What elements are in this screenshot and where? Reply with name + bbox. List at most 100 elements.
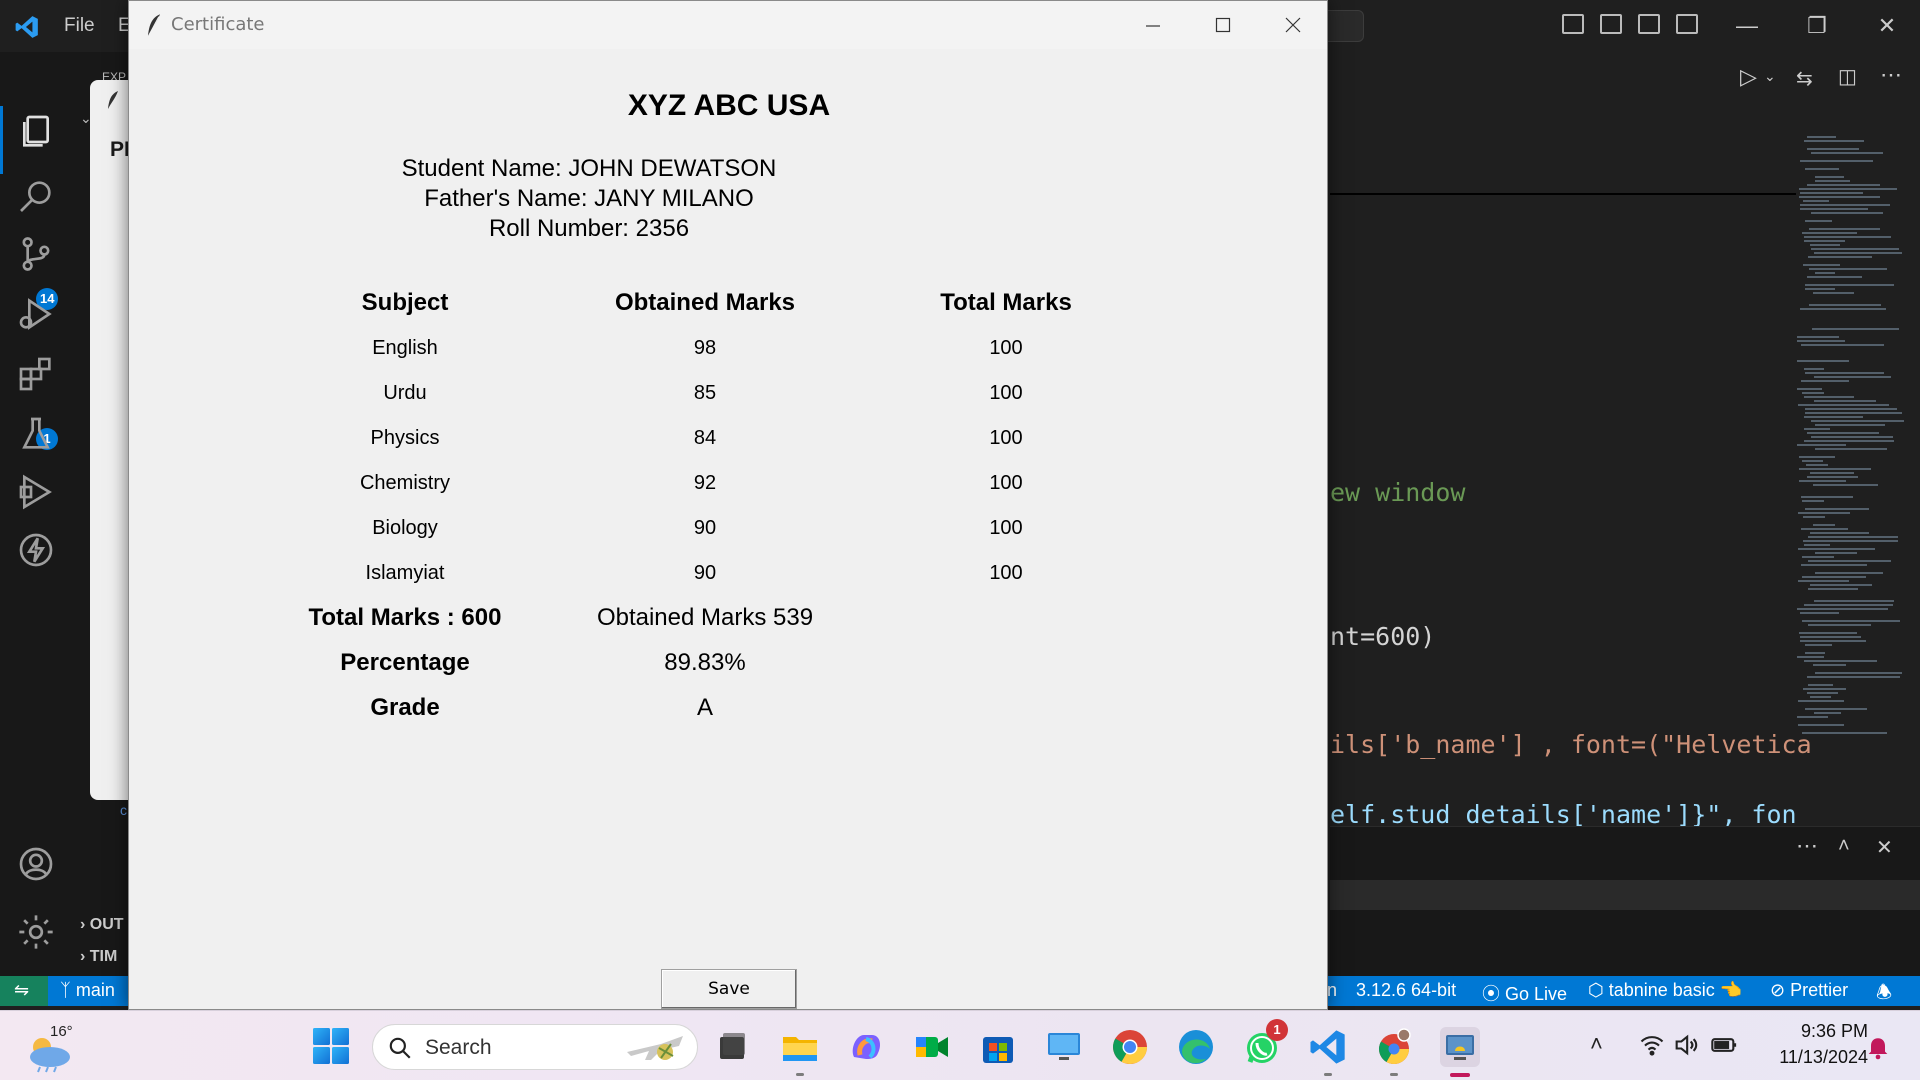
minimap[interactable] <box>1796 136 1904 736</box>
minimap-line <box>1811 152 1883 154</box>
minimap-line <box>1800 612 1839 614</box>
file-viewer-icon[interactable] <box>712 1027 752 1067</box>
editor-toolbar: ▷ ⌄ ⇆ ◫ ⋯ <box>1330 52 1920 106</box>
minimap-line <box>1810 532 1869 534</box>
vscode-close-button[interactable]: ✕ <box>1856 8 1918 44</box>
notifications-bell-icon[interactable]: 🕭 <box>1876 980 1892 1010</box>
tabnine-status[interactable]: ⬡ tabnine basic 👈 <box>1588 980 1742 1001</box>
more-actions-icon[interactable]: ⋯ <box>1880 62 1902 88</box>
branch-indicator[interactable]: ᛉ main <box>60 980 115 1001</box>
outline-section[interactable]: › OUT <box>80 916 124 934</box>
minimap-line <box>1803 200 1829 202</box>
minimap-line <box>1798 580 1849 582</box>
toggle-panel-icon[interactable] <box>1600 14 1622 34</box>
minimap-line <box>1804 604 1893 606</box>
minimap-line <box>1804 140 1864 142</box>
python-interpreter[interactable]: 3.12.6 64-bit <box>1356 980 1456 1001</box>
battery-icon[interactable] <box>1710 1031 1738 1059</box>
grade-value: A <box>696 694 713 721</box>
vscode-icon[interactable] <box>1308 1027 1348 1067</box>
notification-bell-icon[interactable] <box>1864 1033 1892 1061</box>
thunder-client-icon[interactable] <box>16 530 56 570</box>
minimap-line <box>1799 456 1835 458</box>
microsoft-store-icon[interactable] <box>978 1027 1018 1067</box>
wifi-icon[interactable] <box>1638 1031 1666 1059</box>
minimap-line <box>1798 724 1844 726</box>
extensions-icon[interactable] <box>16 354 56 394</box>
minimap-line <box>1815 272 1835 274</box>
minimap-line <box>1800 308 1886 310</box>
remote-explorer-icon[interactable] <box>16 472 56 512</box>
vscode-minimize-button[interactable]: — <box>1716 8 1778 44</box>
copilot-icon[interactable] <box>846 1027 886 1067</box>
minimize-button[interactable] <box>1119 1 1189 49</box>
minimap-line <box>1805 508 1869 510</box>
minimap-line <box>1800 160 1873 162</box>
minimap-line <box>1804 544 1830 546</box>
google-meet-icon[interactable] <box>912 1027 952 1067</box>
total-cell: 100 <box>989 562 1023 584</box>
minimap-line <box>1807 136 1836 138</box>
minimap-line <box>1808 560 1891 562</box>
remote-indicator[interactable]: ⇋ <box>0 976 48 1006</box>
testing-flask-icon[interactable] <box>16 414 56 454</box>
minimap-line <box>1801 380 1849 382</box>
split-editor-icon[interactable]: ◫ <box>1838 64 1857 89</box>
compare-changes-icon[interactable]: ⇆ <box>1796 66 1813 91</box>
customize-layout-icon[interactable] <box>1676 14 1698 34</box>
certificate-window: Certificate XYZ ABC USA Student Name: JO… <box>128 0 1329 1037</box>
settings-gear-icon[interactable] <box>16 912 56 952</box>
file-explorer-icon[interactable] <box>780 1027 820 1067</box>
minimap-line <box>1809 268 1887 270</box>
search-icon[interactable] <box>16 176 56 216</box>
run-debug-icon[interactable] <box>16 294 56 334</box>
obtained-cell: 90 <box>693 517 717 539</box>
minimap-line <box>1799 196 1880 198</box>
timeline-section[interactable]: › TIM <box>80 948 117 966</box>
minimap-line <box>1802 576 1866 578</box>
go-live-button[interactable]: ⦿ Go Live <box>1482 980 1567 1006</box>
account-icon[interactable] <box>16 844 56 884</box>
remote-desktop-icon[interactable] <box>1044 1027 1084 1067</box>
prettier-status[interactable]: ⊘ Prettier <box>1770 980 1848 1001</box>
show-hidden-icons-chevron-icon[interactable]: ˄ <box>1590 1031 1618 1059</box>
close-button[interactable] <box>1259 1 1329 49</box>
minimap-line <box>1814 252 1902 254</box>
panel-more-icon[interactable]: ⋯ <box>1796 833 1818 859</box>
maximize-panel-icon[interactable]: ˄ <box>1838 835 1850 858</box>
windows-start-icon[interactable] <box>312 1027 350 1065</box>
minimap-line <box>1811 212 1883 214</box>
minimap-line <box>1811 420 1904 422</box>
minimap-line <box>1805 168 1839 170</box>
obtained-cell: 98 <box>693 337 717 359</box>
run-dropdown-chevron-icon[interactable]: ⌄ <box>1764 68 1776 85</box>
terminal-input[interactable] <box>1330 880 1920 910</box>
minimap-line <box>1801 564 1867 566</box>
chrome-icon[interactable] <box>1110 1027 1150 1067</box>
taskbar-search-box[interactable]: Search <box>372 1024 698 1070</box>
close-panel-icon[interactable]: ✕ <box>1876 835 1893 860</box>
minimap-line <box>1799 480 1846 482</box>
chrome-profile-icon[interactable] <box>1374 1027 1414 1067</box>
vscode-restore-button[interactable]: ❐ <box>1786 8 1848 44</box>
toggle-primary-sidebar-icon[interactable] <box>1562 14 1584 34</box>
run-python-icon[interactable]: ▷ <box>1740 64 1757 90</box>
edge-icon[interactable] <box>1176 1027 1216 1067</box>
go-live-label: Go Live <box>1505 984 1568 1004</box>
obtained-cell: 85 <box>693 382 717 404</box>
maximize-button[interactable] <box>1189 1 1259 49</box>
windows-taskbar: 16° Search 1 ˄ 9:36 PM 11/13/2024 <box>0 1010 1920 1080</box>
roll-number: Roll Number: 2356 <box>488 215 690 242</box>
code-line: ils['b_name'] , font=("Helvetica <box>1330 730 1812 759</box>
python-tk-icon[interactable] <box>1440 1027 1480 1067</box>
menu-file[interactable]: File <box>64 15 95 37</box>
save-certificate-button[interactable]: Save Certificate <box>661 969 797 1037</box>
volume-icon[interactable] <box>1672 1031 1700 1059</box>
clock-date[interactable]: 11/13/2024 <box>1748 1047 1868 1068</box>
minimap-line <box>1805 408 1897 410</box>
toggle-secondary-sidebar-icon[interactable] <box>1638 14 1660 34</box>
activity-bar: 14 1 <box>0 52 72 976</box>
explorer-icon[interactable] <box>16 112 56 152</box>
source-control-icon[interactable] <box>16 234 56 274</box>
clock-time[interactable]: 9:36 PM <box>1748 1021 1868 1042</box>
